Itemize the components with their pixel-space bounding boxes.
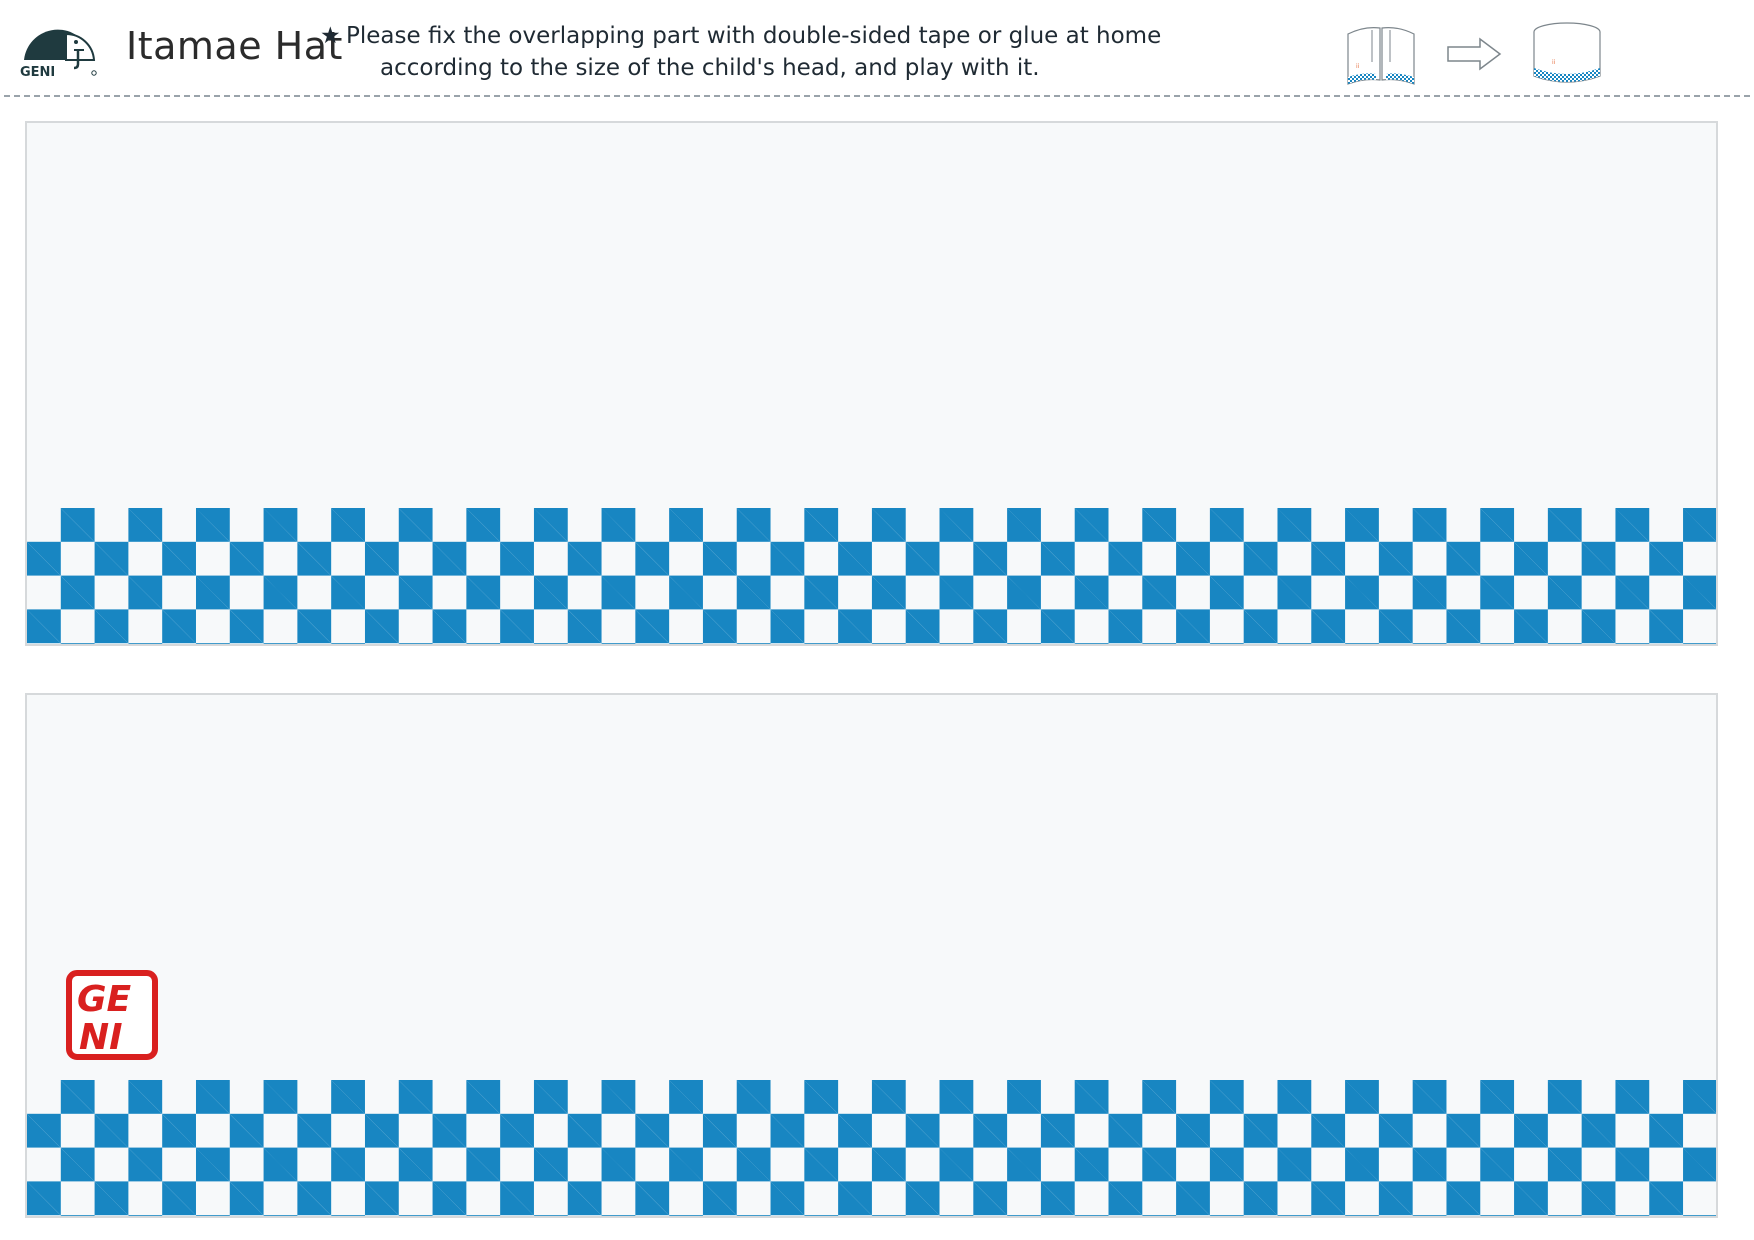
header: GENI Itamae Hat ★ Please fix the overlapp… — [0, 0, 1754, 96]
hat-strip-bottom: GE NI — [25, 693, 1718, 1218]
svg-text:NI: NI — [79, 1017, 123, 1058]
svg-text:ii: ii — [1356, 63, 1360, 70]
open-band-icon: ii — [1347, 27, 1415, 85]
svg-text:GE: GE — [77, 979, 132, 1020]
instruction-line-1: ★ Please fix the overlapping part with do… — [320, 20, 1162, 52]
instructions: ★ Please fix the overlapping part with do… — [320, 20, 1162, 84]
star-icon: ★ — [320, 23, 341, 49]
checker-band — [27, 508, 1716, 644]
page-title: Itamae Hat — [126, 24, 343, 68]
right-arrow-icon — [1447, 37, 1502, 71]
checker-band — [27, 1080, 1716, 1216]
printable-sheet: GENI Itamae Hat ★ Please fix the overlapp… — [0, 0, 1754, 1240]
instruction-line-2: according to the size of the child's hea… — [380, 55, 1040, 81]
logo-text: GENI — [20, 65, 55, 78]
geni-stamp-icon: GE NI — [66, 970, 158, 1060]
closed-band-icon: ii — [1533, 22, 1601, 83]
hat-strip-top — [25, 121, 1718, 646]
geni-logo-icon: GENI — [20, 29, 97, 78]
cut-line — [4, 95, 1750, 97]
instruction-line-1-text: Please fix the overlapping part with dou… — [346, 23, 1162, 49]
svg-text:ii: ii — [1552, 59, 1556, 66]
